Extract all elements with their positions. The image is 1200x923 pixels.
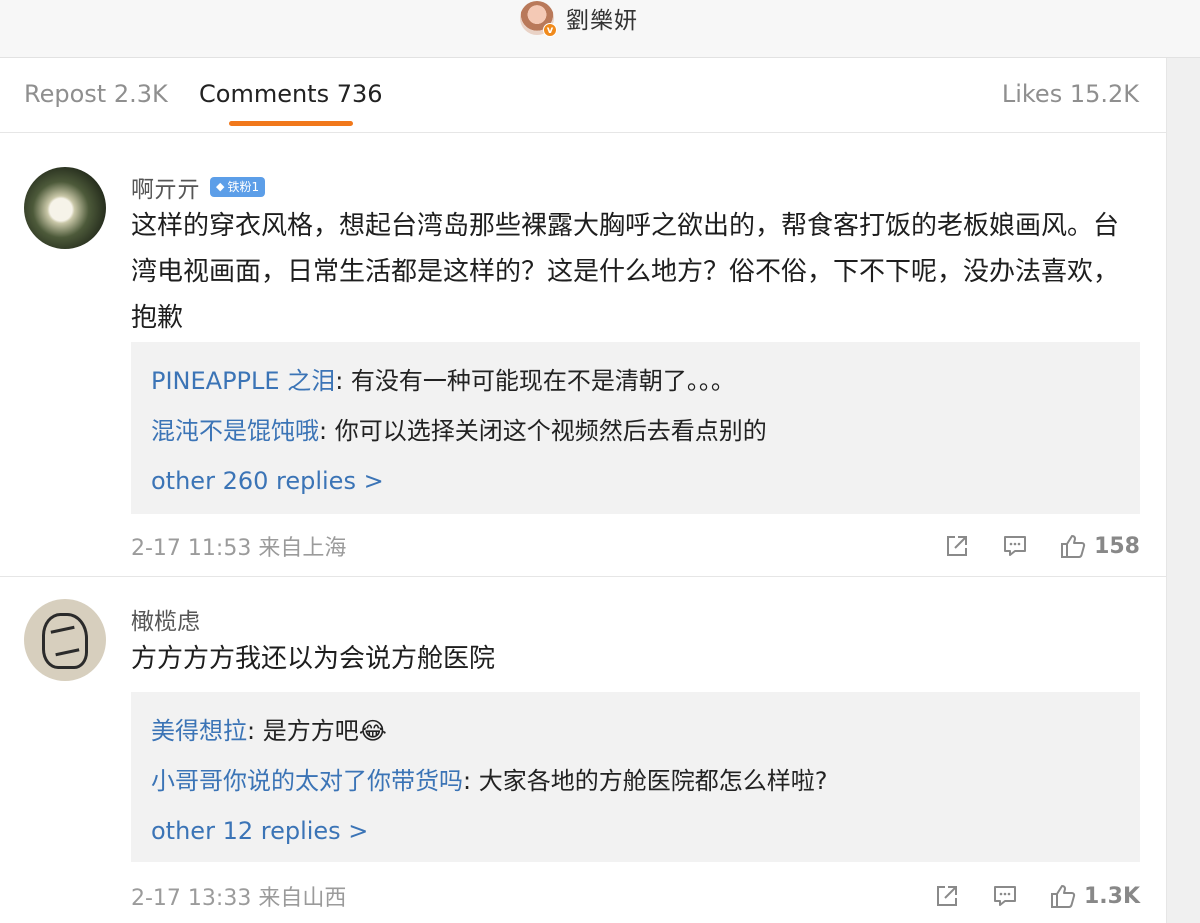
side-scroll-strip [1166, 58, 1200, 923]
author-avatar[interactable]: v [520, 1, 557, 37]
comment-actions: 158 [912, 526, 1140, 566]
comment-text: 方方方方我还以为会说方舱医院 [131, 644, 496, 674]
author-name[interactable]: 劉樂妍 [566, 1, 638, 35]
reply-author[interactable]: 混沌不是馄饨哦 [151, 417, 319, 445]
like-thumb-icon[interactable] [1050, 883, 1076, 909]
reply-text: : 你可以选择关闭这个视频然后去看点别的 [319, 417, 767, 445]
comment-header: 啊亓亓 ◆ 铁粉1 [131, 170, 266, 204]
comment-meta: 2-17 13:33 来自山西 1.3K [131, 876, 1140, 916]
comment-text: 这样的穿衣风格，想起台湾岛那些裸露大胸呼之欲出的，帮食客打饭的老板娘画风。台湾电… [131, 211, 1120, 333]
active-tab-indicator [229, 121, 353, 126]
reply-preview-box[interactable]: 美得想拉: 是方方吧😂 小哥哥你说的太对了你带货吗: 大家各地的方舱医院都怎么样… [131, 692, 1140, 862]
tab-comments[interactable]: Comments 736 [199, 80, 383, 108]
comment-timestamp: 2-17 13:33 来自山西 [131, 886, 347, 911]
reply-text: : 大家各地的方舱医院都怎么样啦? [463, 767, 828, 795]
sketch-portrait-icon [42, 613, 88, 669]
commenter-name[interactable]: 啊亓亓 [131, 170, 200, 204]
tab-repost[interactable]: Repost 2.3K [24, 80, 168, 108]
verified-badge-icon: v [543, 23, 557, 37]
reply-author[interactable]: 美得想拉 [151, 717, 247, 745]
author-header[interactable]: v 劉樂妍 [520, 0, 638, 37]
comment-timestamp: 2-17 11:53 来自上海 [131, 536, 347, 561]
reply-author[interactable]: PINEAPPLE 之泪 [151, 367, 335, 395]
comment-icon[interactable] [992, 883, 1018, 909]
share-icon[interactable] [944, 533, 970, 559]
like-count: 158 [1094, 533, 1140, 559]
reply-item[interactable]: 混沌不是馄饨哦: 你可以选择关闭这个视频然后去看点别的 [151, 406, 1120, 456]
like-count: 1.3K [1083, 883, 1140, 909]
reply-text: : 有没有一种可能现在不是清朝了。。。 [335, 367, 735, 395]
reply-item[interactable]: 小哥哥你说的太对了你带货吗: 大家各地的方舱医院都怎么样啦? [151, 756, 1120, 806]
interaction-tabs: Repost 2.3K Comments 736 Likes 15.2K [0, 58, 1166, 133]
comment-header: 橄榄虑 [131, 602, 200, 636]
top-bar: v 劉樂妍 [0, 0, 1200, 58]
commenter-avatar[interactable] [24, 599, 106, 681]
reply-item[interactable]: PINEAPPLE 之泪: 有没有一种可能现在不是清朝了。。。 [151, 356, 1120, 406]
fan-level-label: 铁粉1 [227, 180, 260, 194]
more-replies-link[interactable]: other 260 replies > [151, 456, 1120, 506]
like-thumb-icon[interactable] [1060, 533, 1086, 559]
comment-actions: 1.3K [902, 876, 1140, 916]
comment-item: 啊亓亓 ◆ 铁粉1 这样的穿衣风格，想起台湾岛那些裸露大胸呼之欲出的，帮食客打饭… [0, 134, 1166, 577]
reply-text: : 是方方吧😂 [247, 717, 387, 745]
more-replies-link[interactable]: other 12 replies > [151, 806, 1120, 856]
comment-icon[interactable] [1002, 533, 1028, 559]
comment-meta: 2-17 11:53 来自上海 158 [131, 526, 1140, 566]
commenter-name[interactable]: 橄榄虑 [131, 602, 200, 636]
diamond-icon: ◆ [216, 180, 225, 193]
comment-item: 橄榄虑 方方方方我还以为会说方舱医院 美得想拉: 是方方吧😂 小哥哥你说的太对了… [0, 578, 1166, 923]
reply-preview-box[interactable]: PINEAPPLE 之泪: 有没有一种可能现在不是清朝了。。。 混沌不是馄饨哦:… [131, 342, 1140, 514]
fan-level-badge: ◆ 铁粉1 [210, 177, 266, 197]
reply-author[interactable]: 小哥哥你说的太对了你带货吗 [151, 767, 463, 795]
share-icon[interactable] [934, 883, 960, 909]
commenter-avatar[interactable] [24, 167, 106, 249]
reply-item[interactable]: 美得想拉: 是方方吧😂 [151, 706, 1120, 756]
tab-likes[interactable]: Likes 15.2K [1002, 80, 1139, 108]
